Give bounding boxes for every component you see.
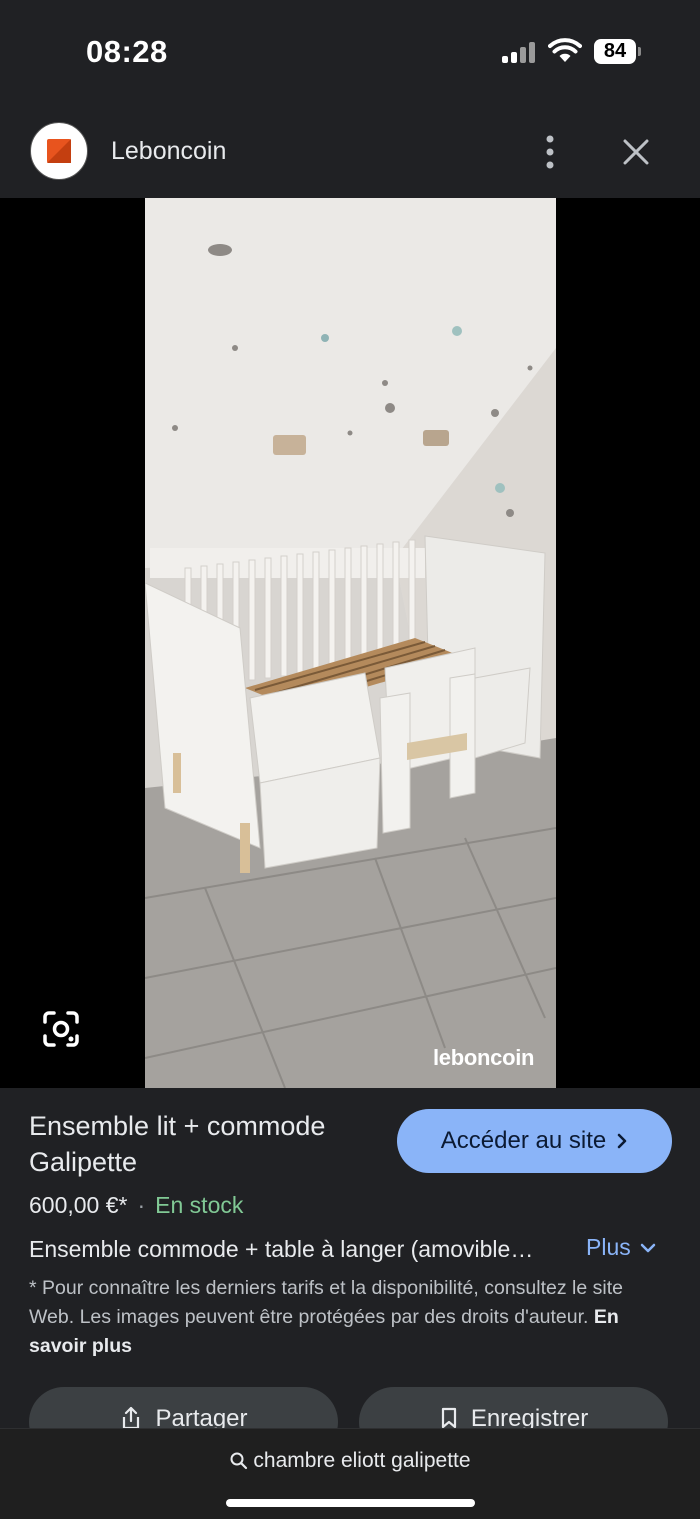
- home-indicator[interactable]: [226, 1499, 475, 1507]
- product-description: Ensemble commode + table à langer (amovi…: [29, 1236, 534, 1262]
- bottom-search-bar[interactable]: chambre eliott galipette: [0, 1428, 700, 1519]
- lens-icon: [43, 1011, 79, 1047]
- stock-status: En stock: [155, 1192, 244, 1218]
- viewer-header: Leboncoin: [0, 100, 700, 198]
- price-row: 600,00 €* · En stock: [29, 1192, 243, 1219]
- site-name[interactable]: Leboncoin: [111, 137, 226, 166]
- separator: ·: [137, 1192, 146, 1218]
- disclaimer-text: * Pour connaître les derniers tarifs et …: [29, 1277, 623, 1328]
- price: 600,00 €*: [29, 1192, 128, 1218]
- more-options-button[interactable]: [534, 132, 566, 172]
- image-viewer[interactable]: leboncoin: [0, 198, 700, 1088]
- search-query-text: chambre eliott galipette: [253, 1449, 471, 1472]
- product-info-panel: Ensemble lit + commode Galipette Accéder…: [0, 1088, 700, 1457]
- product-title: Ensemble lit + commode Galipette: [29, 1111, 326, 1177]
- chevron-right-icon: [617, 1133, 627, 1149]
- product-photo: [145, 198, 556, 1088]
- wifi-icon: [548, 38, 582, 64]
- disclaimer: * Pour connaître les derniers tarifs et …: [29, 1274, 669, 1361]
- image-watermark: leboncoin: [433, 1045, 535, 1070]
- chevron-down-icon: [640, 1243, 655, 1252]
- more-vert-icon: [546, 135, 554, 169]
- clock: 08:28: [86, 34, 168, 69]
- battery-icon: 84: [594, 39, 642, 64]
- more-details-button[interactable]: Plus: [586, 1234, 657, 1261]
- visit-site-button[interactable]: Accéder au site: [397, 1109, 672, 1173]
- close-button[interactable]: [618, 134, 654, 170]
- status-bar: 08:28 84: [0, 0, 700, 100]
- site-logo[interactable]: [30, 122, 88, 180]
- close-icon: [623, 139, 649, 165]
- leboncoin-logo-icon: [47, 139, 71, 163]
- search-query[interactable]: chambre eliott galipette: [0, 1449, 700, 1473]
- search-icon: [230, 1452, 248, 1470]
- battery-level: 84: [594, 39, 636, 64]
- google-lens-button[interactable]: [40, 1008, 82, 1050]
- more-details-label: Plus: [586, 1234, 631, 1260]
- visit-site-label: Accéder au site: [440, 1127, 607, 1154]
- cellular-signal-icon: [502, 41, 540, 63]
